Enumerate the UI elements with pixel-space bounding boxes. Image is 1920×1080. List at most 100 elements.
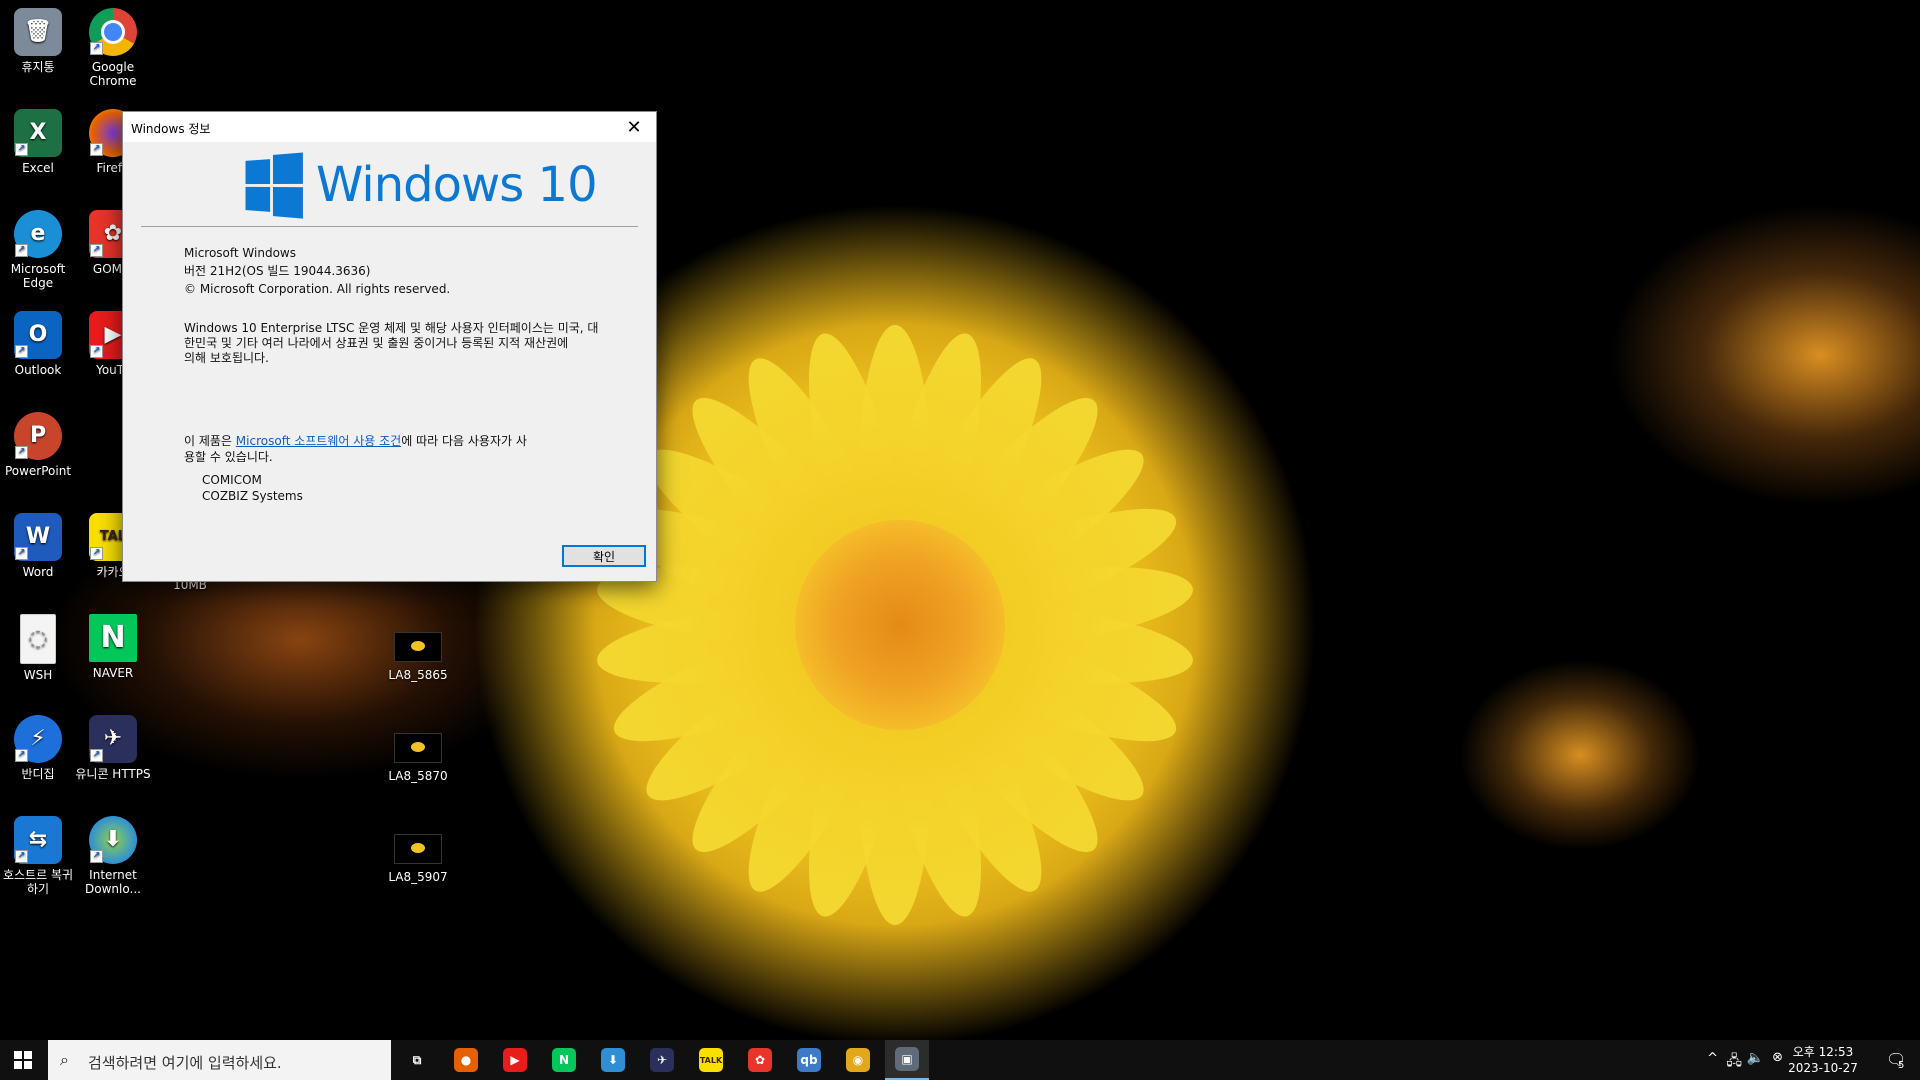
windows-info-icon: ▣ (895, 1047, 919, 1071)
word-icon: W ↗ (14, 513, 62, 561)
clock-date: 2023-10-27 (1783, 1060, 1863, 1076)
taskbar-app-kakaotalk[interactable]: TALK (689, 1040, 733, 1080)
desktop-icon-recycle-bin[interactable]: 🗑 휴지통 (0, 8, 76, 74)
taskbar-app-task-view[interactable]: ⧉ (395, 1040, 439, 1080)
search-icon: ⌕ (60, 1050, 69, 1070)
legal-notice: Windows 10 Enterprise LTSC 운영 체제 및 해당 사용… (184, 321, 604, 366)
desktop-icon-powerpoint[interactable]: P ↗ PowerPoint (0, 412, 76, 478)
windows-start-icon (14, 1051, 32, 1069)
image-thumbnail-icon (394, 733, 442, 763)
desktop-icon-host-restore[interactable]: ⇆ ↗ 호스트르 복귀하기 (0, 816, 76, 896)
about-windows-dialog: Windows 정보 ✕ Windows 10 Microsoft Window… (122, 111, 657, 582)
desktop-icon-label: PowerPoint (0, 464, 76, 478)
taskbar: ⌕ 검색하려면 여기에 입력하세요. ⧉ ● ▶ N ⬇ ✈ TALK ✿ qb ◉ ▣ ^ 🖧 🔈… (0, 1040, 1920, 1080)
desktop-icon-naver[interactable]: N NAVER (75, 614, 151, 680)
taskbar-app-unicorn-https[interactable]: ✈ (640, 1040, 684, 1080)
qbittorrent-icon: qb (797, 1048, 821, 1072)
volume-icon[interactable]: 🔈 (1747, 1050, 1764, 1066)
desktop-icon-label: 반디집 (0, 767, 76, 781)
youtube-icon: ▶ (503, 1048, 527, 1072)
taskbar-app-gom-player[interactable]: ✿ (738, 1040, 782, 1080)
version-text: 버전 21H2(OS 빌드 19044.3636) (184, 264, 371, 279)
internet-download-manager-icon: ⬇ ↗ (89, 816, 137, 864)
image-thumbnail-icon (394, 834, 442, 864)
gom-player-icon: ✿ (748, 1048, 772, 1072)
start-button[interactable] (0, 1040, 46, 1080)
license-suffix: 에 따라 다음 사용자가 사 (401, 434, 527, 448)
desktop-wallpaper: 🗑 휴지통 X ↗ Excel e ↗ Microsoft Edge O ↗ Outl… (0, 0, 1920, 1040)
desktop-icon-label: Excel (0, 161, 76, 175)
taskbar-app-naver[interactable]: N (542, 1040, 586, 1080)
taskbar-app-firefox[interactable]: ● (444, 1040, 488, 1080)
wsh-file-icon: ◌ (20, 614, 56, 664)
windows-10-wordmark: Windows 10 (316, 157, 597, 213)
legal-line: 한민국 및 기타 여러 나라에서 상표권 및 출원 중이거나 등록된 지적 재산… (184, 336, 604, 351)
taskbar-app-windows-info[interactable]: ▣ (885, 1040, 929, 1080)
desktop-icon-label: 유니콘 HTTPS (75, 767, 151, 781)
desktop-icon-label: LA8_5870 (380, 769, 456, 783)
desktop-icon-word[interactable]: W ↗ Word (0, 513, 76, 579)
naver-icon: N (552, 1048, 576, 1072)
dialog-title: Windows 정보 (131, 120, 210, 137)
desktop-icon-unicorn-https[interactable]: ✈ ↗ 유니콘 HTTPS (75, 715, 151, 781)
task-view-icon: ⧉ (405, 1048, 429, 1072)
license-notice: 이 제품은 Microsoft 소프트웨어 사용 조건에 따라 다음 사용자가 … (184, 433, 564, 504)
security-icon[interactable]: ⊗ (1772, 1050, 1783, 1065)
host-restore-icon: ⇆ ↗ (14, 816, 62, 864)
desktop-file-la8-5870[interactable]: LA8_5870 (380, 729, 456, 783)
taskbar-app-chrome[interactable]: ◉ (836, 1040, 880, 1080)
desktop-icon-bandizip[interactable]: ⚡ ↗ 반디집 (0, 715, 76, 781)
divider (141, 226, 638, 227)
dialog-titlebar[interactable]: Windows 정보 ✕ (123, 112, 656, 142)
copyright-text: © Microsoft Corporation. All rights rese… (184, 282, 450, 297)
windows-10-logo: Windows 10 (242, 154, 597, 216)
licensed-user: COMICOM (184, 472, 564, 488)
close-icon: ✕ (626, 117, 641, 138)
edge-icon: e ↗ (14, 210, 62, 258)
desktop-icon-excel[interactable]: X ↗ Excel (0, 109, 76, 175)
desktop-icon-label: Microsoft Edge (0, 262, 76, 290)
desktop-file-la8-5865[interactable]: LA8_5865 (380, 628, 456, 682)
chevron-up-icon[interactable]: ^ (1707, 1051, 1718, 1066)
outlook-icon: O ↗ (14, 311, 62, 359)
desktop-icon-chrome[interactable]: ↗ Google Chrome (75, 8, 151, 88)
desktop-icon-label: LA8_5865 (380, 668, 456, 682)
network-icon[interactable]: 🖧 (1726, 1050, 1742, 1074)
license-prefix: 이 제품은 (184, 434, 236, 448)
product-name: Microsoft Windows (184, 246, 296, 261)
notification-count: 5 (1898, 1060, 1904, 1071)
clock[interactable]: 오후 12:53 2023-10-27 (1783, 1044, 1863, 1076)
desktop-icon-label: LA8_5907 (380, 870, 456, 884)
clock-time: 오후 12:53 (1783, 1044, 1863, 1060)
license-terms-link[interactable]: Microsoft 소프트웨어 사용 조건 (236, 434, 401, 448)
desktop-icon-internet-download-manager[interactable]: ⬇ ↗ Internet Downlo... (75, 816, 151, 896)
unicorn-https-icon: ✈ (650, 1048, 674, 1072)
internet-download-manager-icon: ⬇ (601, 1048, 625, 1072)
close-button[interactable]: ✕ (612, 112, 656, 142)
desktop-icon-label: WSH (0, 668, 76, 682)
excel-icon: X ↗ (14, 109, 62, 157)
desktop-icon-label: Google Chrome (75, 60, 151, 88)
search-box[interactable]: ⌕ 검색하려면 여기에 입력하세요. (48, 1040, 391, 1080)
desktop-icon-label: Outlook (0, 363, 76, 377)
ok-button[interactable]: 확인 (562, 545, 646, 567)
licensed-organization: COZBIZ Systems (184, 488, 564, 504)
legal-line: Windows 10 Enterprise LTSC 운영 체제 및 해당 사용… (184, 321, 604, 336)
license-suffix-line2: 용할 수 있습니다. (184, 449, 564, 465)
flower-core (795, 520, 1005, 730)
desktop-icon-edge[interactable]: e ↗ Microsoft Edge (0, 210, 76, 290)
taskbar-app-internet-download-manager[interactable]: ⬇ (591, 1040, 635, 1080)
kakaotalk-icon: TALK (699, 1048, 723, 1072)
windows-logo-icon (246, 152, 303, 217)
notification-button[interactable]: 🗨 5 (1880, 1046, 1914, 1074)
naver-icon: N (89, 614, 137, 662)
desktop-icon-label: 휴지통 (0, 60, 76, 74)
search-placeholder: 검색하려면 여기에 입력하세요. (88, 1052, 282, 1073)
desktop-icon-wsh[interactable]: ◌ WSH (0, 614, 76, 682)
taskbar-app-qbittorrent[interactable]: qb (787, 1040, 831, 1080)
desktop-icon-label: Internet Downlo... (75, 868, 151, 896)
desktop-icon-outlook[interactable]: O ↗ Outlook (0, 311, 76, 377)
desktop-file-la8-5907[interactable]: LA8_5907 (380, 830, 456, 884)
desktop-icon-label: 호스트르 복귀하기 (0, 868, 76, 896)
taskbar-app-youtube[interactable]: ▶ (493, 1040, 537, 1080)
